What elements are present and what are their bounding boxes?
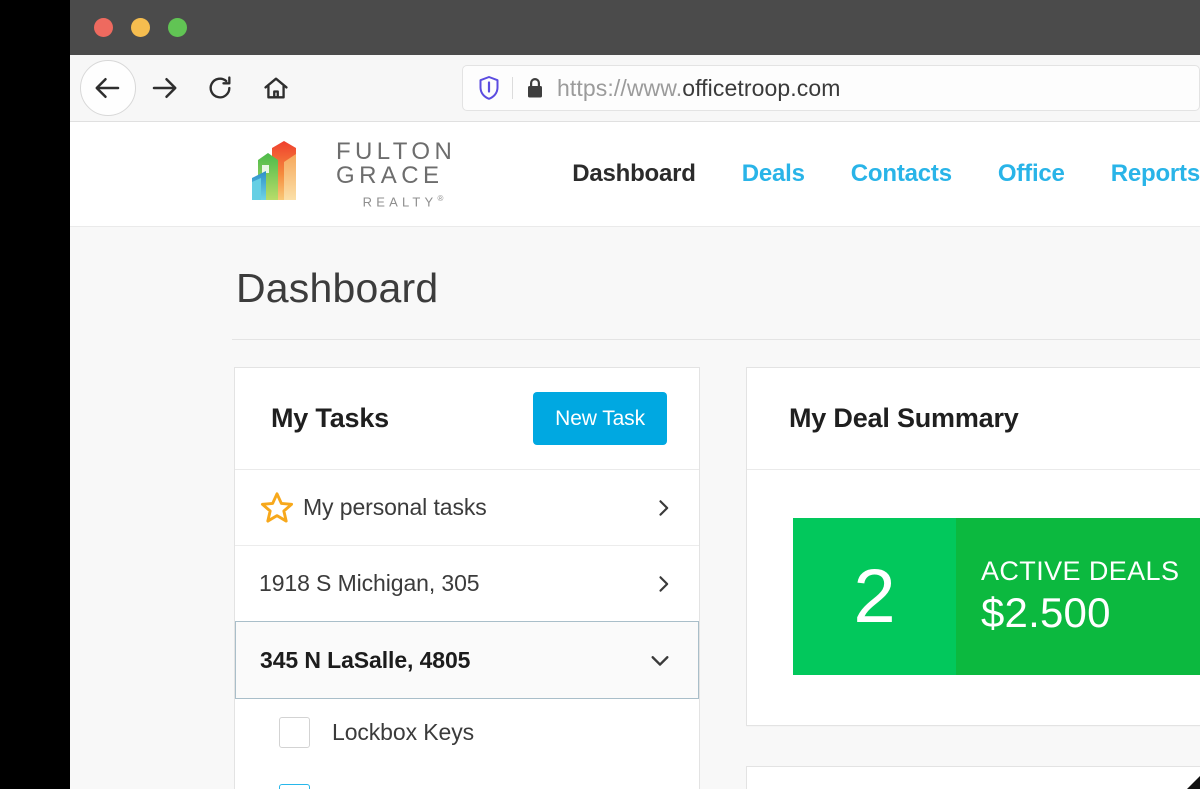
- nav-item-reports[interactable]: Reports: [1111, 160, 1200, 188]
- nav-item-office[interactable]: Office: [998, 160, 1065, 188]
- chevron-right-icon[interactable]: [653, 497, 673, 519]
- window-titlebar: [70, 0, 1200, 55]
- main-navigation: Dashboard Deals Contacts Office Reports: [572, 160, 1200, 188]
- checkbox-unchecked[interactable]: [279, 717, 310, 748]
- window-minimize-button[interactable]: [131, 18, 150, 37]
- back-button[interactable]: [80, 60, 136, 116]
- brand-name: FULTON GRACE: [336, 137, 457, 189]
- my-tasks-header: My Tasks New Task: [235, 368, 699, 470]
- dashboard-columns: My Tasks New Task My personal tasks 1918…: [70, 367, 1200, 789]
- checklist-item[interactable]: Lockbox Keys: [235, 699, 699, 766]
- checklist-item[interactable]: Ordered Photography: [235, 766, 699, 789]
- nav-item-contacts[interactable]: Contacts: [851, 160, 952, 188]
- active-deals-figures: ACTIVE DEALS $2.500: [956, 518, 1200, 675]
- my-deal-summary-card: My Deal Summary 2 ACTIVE DEALS $2.500: [746, 367, 1200, 726]
- url-host: officetroop.com: [682, 74, 841, 101]
- task-row[interactable]: My personal tasks: [235, 470, 699, 546]
- brand-wordmark: FULTON GRACE REALTY®: [336, 137, 474, 210]
- window-close-button[interactable]: [94, 18, 113, 37]
- window-maximize-button[interactable]: [168, 18, 187, 37]
- chevron-right-icon[interactable]: [653, 573, 673, 595]
- page-title: Dashboard: [236, 265, 439, 311]
- brand-logo[interactable]: FULTON GRACE REALTY®: [248, 138, 474, 210]
- chevron-down-icon[interactable]: [648, 649, 672, 671]
- new-task-button[interactable]: New Task: [533, 392, 667, 445]
- brand-subtitle: REALTY®: [362, 193, 448, 210]
- title-divider: [232, 339, 1200, 340]
- site-header: FULTON GRACE REALTY® Dashboard Deals Con…: [70, 122, 1200, 227]
- address-bar[interactable]: https://www.officetroop.com: [462, 65, 1200, 111]
- browser-toolbar: https://www.officetroop.com: [70, 55, 1200, 122]
- checklist-item-label: Lockbox Keys: [332, 719, 474, 745]
- screenshot-root: https://www.officetroop.com FULTON GRACE…: [0, 0, 1200, 789]
- star-icon: [259, 490, 299, 525]
- page-content: Dashboard My Tasks New Task My personal …: [70, 227, 1200, 789]
- back-arrow-icon: [93, 73, 123, 103]
- task-row-label: 345 N LaSalle, 4805: [260, 646, 471, 673]
- reload-button[interactable]: [200, 68, 240, 108]
- shield-icon[interactable]: [477, 75, 501, 101]
- corner-marker: [1187, 776, 1200, 789]
- active-deals-amount: $2.500: [981, 589, 1111, 636]
- nav-item-deals[interactable]: Deals: [742, 160, 805, 188]
- home-icon: [262, 74, 290, 102]
- browser-window: https://www.officetroop.com FULTON GRACE…: [70, 0, 1200, 789]
- nav-item-dashboard[interactable]: Dashboard: [572, 160, 696, 188]
- active-deals-count: 2: [793, 518, 956, 675]
- url-text: https://www.officetroop.com: [557, 75, 841, 102]
- home-button[interactable]: [256, 68, 296, 108]
- my-deal-summary-header: My Deal Summary: [747, 368, 1200, 470]
- forward-button[interactable]: [144, 68, 184, 108]
- forward-arrow-icon: [149, 73, 179, 103]
- urlbar-divider: [512, 77, 513, 99]
- my-tasks-title: My Tasks: [271, 403, 389, 433]
- active-deals-tile[interactable]: 2 ACTIVE DEALS $2.500: [793, 518, 1200, 675]
- secondary-dashboard-card: [746, 766, 1200, 789]
- url-prefix: https://www.: [557, 74, 683, 101]
- task-row[interactable]: 1918 S Michigan, 305: [235, 546, 699, 622]
- my-deal-summary-title: My Deal Summary: [789, 403, 1019, 433]
- task-row-label: 1918 S Michigan, 305: [259, 570, 480, 596]
- reload-icon: [206, 74, 234, 102]
- task-row-label: My personal tasks: [303, 494, 487, 520]
- active-deals-label: ACTIVE DEALS: [981, 556, 1180, 586]
- my-deal-summary-body: 2 ACTIVE DEALS $2.500: [747, 470, 1200, 725]
- right-column: My Deal Summary 2 ACTIVE DEALS $2.500: [746, 367, 1200, 789]
- fulton-grace-building-icon: [248, 138, 320, 210]
- my-tasks-card: My Tasks New Task My personal tasks 1918…: [234, 367, 700, 789]
- lock-icon[interactable]: [524, 75, 546, 101]
- task-row-selected[interactable]: 345 N LaSalle, 4805: [235, 621, 699, 699]
- checkbox-checked[interactable]: [279, 784, 310, 789]
